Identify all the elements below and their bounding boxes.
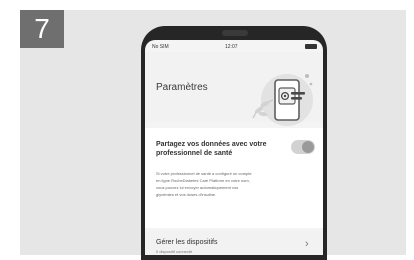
page-title: Paramètres <box>156 82 208 93</box>
step-number-badge: 7 <box>20 10 64 48</box>
manage-devices-title: Gérer les dispositifs <box>156 239 218 246</box>
share-data-toggle[interactable] <box>291 140 315 154</box>
share-data-card: Partagez vos données avec votre professi… <box>145 128 323 228</box>
status-bar: No SIM 12:07 <box>145 42 323 52</box>
toggle-knob <box>302 141 314 153</box>
battery-icon <box>305 44 317 49</box>
settings-header: Paramètres <box>145 52 323 126</box>
settings-illustration-icon <box>252 74 313 126</box>
status-time: 12:07 <box>225 44 238 50</box>
chevron-right-icon: › <box>305 238 309 250</box>
phone-speaker <box>222 30 248 36</box>
manage-devices-row[interactable]: Gérer les dispositifs 0 dispositif conne… <box>145 231 323 255</box>
share-data-description: Si votre professionnel de santé a config… <box>156 171 252 197</box>
phone-screen: No SIM 12:07 Paramètres Partagez vos don… <box>145 40 323 255</box>
carrier-label: No SIM <box>152 44 169 50</box>
manage-devices-subtitle: 0 dispositif connecté <box>156 249 193 254</box>
share-data-title: Partagez vos données avec votre professi… <box>156 141 267 157</box>
